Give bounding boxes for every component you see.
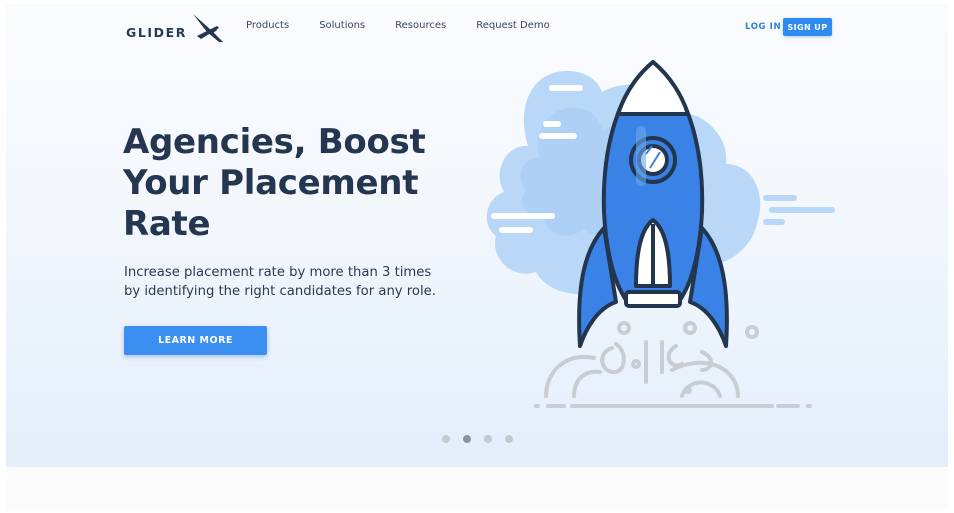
hero-section: GLIDER Products Solutions Resources Requ… bbox=[6, 4, 948, 467]
launch-smoke bbox=[534, 321, 812, 408]
nav-solutions[interactable]: Solutions bbox=[319, 20, 365, 31]
hero-subtitle: Increase placement rate by more than 3 t… bbox=[124, 263, 454, 301]
glider-plane-icon bbox=[193, 14, 224, 42]
carousel-dots bbox=[442, 435, 513, 443]
hero-title-line: Agencies, Boost bbox=[123, 122, 426, 162]
carousel-dot-4[interactable] bbox=[505, 435, 513, 443]
carousel-dot-1[interactable] bbox=[442, 435, 450, 443]
rocket-shine bbox=[636, 126, 646, 186]
signup-button[interactable]: SIGN UP bbox=[783, 18, 832, 36]
login-link[interactable]: LOG IN bbox=[745, 22, 781, 32]
hero-subtitle-line: by identifying the right candidates for … bbox=[124, 284, 436, 299]
nav-products[interactable]: Products bbox=[246, 20, 289, 31]
hero-subtitle-line: Increase placement rate by more than 3 t… bbox=[124, 265, 432, 280]
carousel-dot-3[interactable] bbox=[484, 435, 492, 443]
rocket-launch-illustration bbox=[486, 60, 835, 408]
carousel-dot-2[interactable] bbox=[463, 435, 471, 443]
hero-title: Agencies, Boost Your Placement Rate bbox=[123, 122, 443, 245]
nav-request-demo[interactable]: Request Demo bbox=[476, 20, 550, 31]
logo-text: GLIDER bbox=[126, 24, 188, 40]
hero-title-line: Your Placement bbox=[123, 163, 419, 203]
main-nav: Products Solutions Resources Request Dem… bbox=[246, 20, 550, 31]
nav-resources[interactable]: Resources bbox=[395, 20, 446, 31]
logo[interactable]: GLIDER bbox=[126, 12, 225, 46]
learn-more-button[interactable]: LEARN MORE bbox=[124, 326, 267, 355]
hero-title-line: Rate bbox=[123, 204, 211, 244]
footer-strip bbox=[6, 467, 948, 509]
